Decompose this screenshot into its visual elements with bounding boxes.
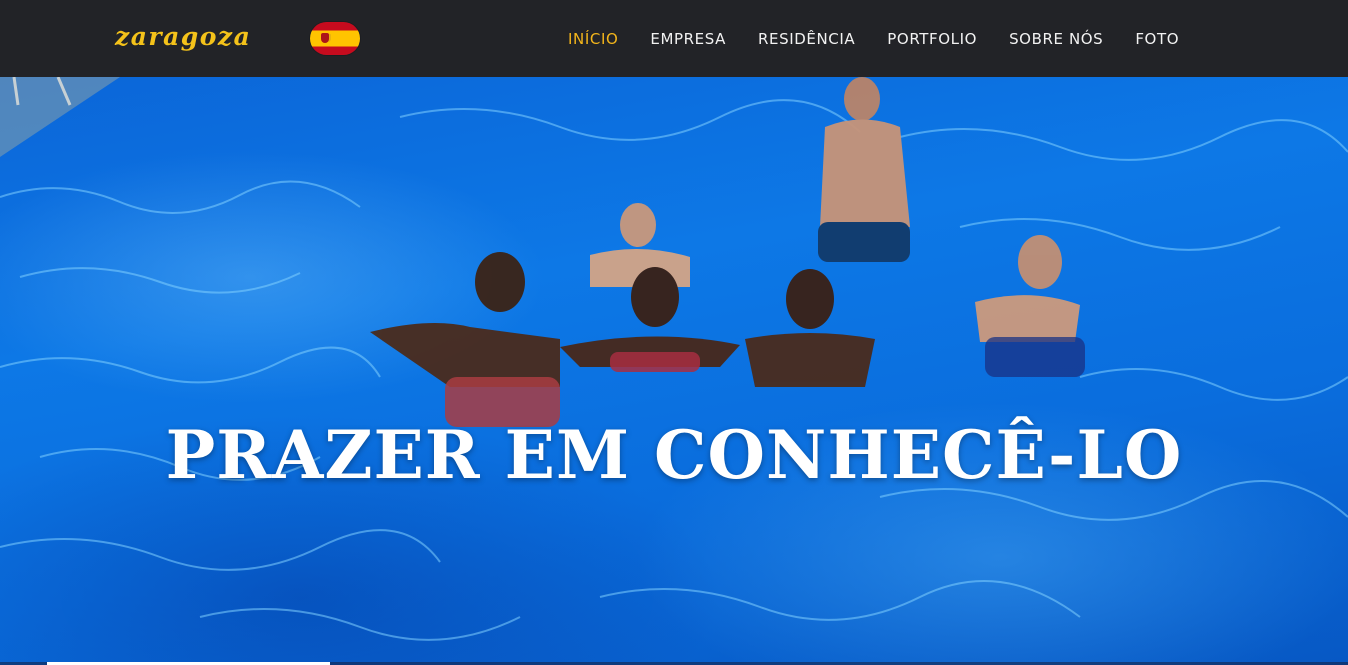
nav-item-portfolio[interactable]: PORTFOLIO	[887, 30, 977, 48]
nav-item-empresa[interactable]: EMPRESA	[650, 30, 726, 48]
nav-item-sobre-nos[interactable]: SOBRE NÓS	[1009, 30, 1103, 48]
hero-banner: PRAZER EM CONHECÊ-LO	[0, 77, 1348, 665]
hero-background-image	[0, 77, 1348, 641]
hero-title: PRAZER EM CONHECÊ-LO	[165, 416, 1183, 494]
nav-item-inicio[interactable]: INÍCIO	[568, 30, 618, 48]
main-nav: INÍCIO EMPRESA RESIDÊNCIA PORTFOLIO SOBR…	[568, 30, 1211, 48]
nav-item-foto[interactable]: FOTO	[1135, 30, 1179, 48]
spain-flag-icon[interactable]	[310, 22, 360, 55]
nav-item-residencia[interactable]: RESIDÊNCIA	[758, 30, 855, 48]
site-logo[interactable]: zaragoza	[115, 22, 251, 51]
navbar: zaragoza INÍCIO EMPRESA RESIDÊNCIA PORTF…	[0, 0, 1348, 77]
